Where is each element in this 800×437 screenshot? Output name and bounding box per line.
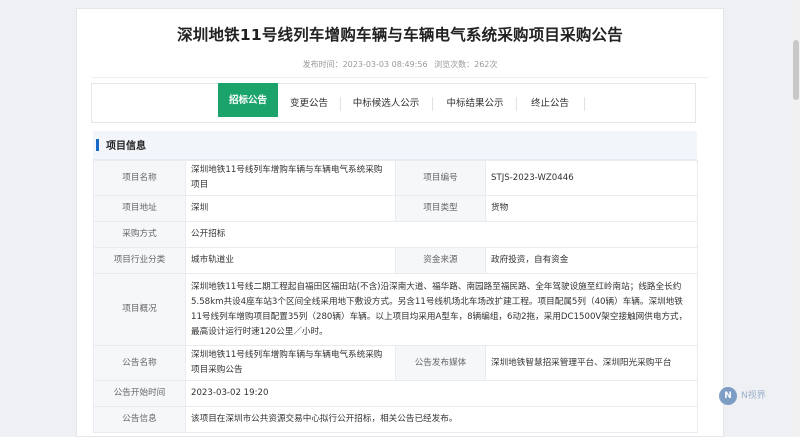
table-row: 公告信息 该项目在深圳市公共资源交易中心拟行公开招标，相关公告已经发布。 [93, 406, 698, 433]
platform-label: 公告发布媒体 [395, 345, 486, 381]
notice-tabs: 招标公告 变更公告 中标候选人公示 中标结果公示 终止公告 [91, 83, 696, 123]
view-count: 浏览次数：262次 [434, 60, 498, 69]
table-row: 项目概况 深圳地铁11号线二期工程起自福田区福田站(不含)沿深南大道、福华路、南… [93, 273, 698, 346]
tab-candidates[interactable]: 中标候选人公示 [344, 90, 428, 118]
table-row: 项目行业分类 城市轨道业 资金来源 政府投资，自有资金 [93, 247, 698, 274]
section-title: 项目信息 [106, 141, 146, 152]
section-accent-bar [96, 139, 99, 151]
overview-label: 项目概况 [93, 273, 186, 346]
start-time-value: 2023-03-02 19:20 [185, 380, 698, 407]
section-header: 项目信息 [93, 131, 697, 160]
watermark-logo-icon: N [719, 387, 737, 405]
fund-value: 政府投资，自有资金 [485, 247, 698, 274]
start-time-label: 公告开始时间 [93, 380, 186, 407]
project-info-table: 项目名称 深圳地铁11号线列车增购车辆与车辆电气系统采购项目 项目编号 STJS… [93, 160, 698, 433]
platform-value: 深圳地铁智慧招采管理平台、深圳阳光采购平台 [485, 345, 698, 381]
project-name-value: 深圳地铁11号线列车增购车辆与车辆电气系统采购项目 [185, 160, 396, 196]
table-row: 项目名称 深圳地铁11号线列车增购车辆与车辆电气系统采购项目 项目编号 STJS… [93, 160, 698, 196]
table-row: 项目地址 深圳 项目类型 货物 [93, 195, 698, 222]
location-label: 项目地址 [93, 195, 186, 222]
table-row: 公告开始时间 2023-03-02 19:20 [93, 380, 698, 407]
table-row: 公告名称 深圳地铁11号线列车增购车辆与车辆电气系统采购项目采购公告 公告发布媒… [93, 345, 698, 381]
notice-name-label: 公告名称 [93, 345, 186, 381]
project-name-label: 项目名称 [93, 160, 186, 196]
notice-page: 深圳地铁11号线列车增购车辆与车辆电气系统采购项目采购公告 发布时间：2023-… [76, 8, 724, 437]
method-value: 公开招标 [185, 221, 698, 248]
industry-value: 城市轨道业 [185, 247, 396, 274]
watermark-text: N视界 [741, 391, 766, 401]
tab-separator [432, 97, 433, 111]
tab-result[interactable]: 中标结果公示 [436, 90, 514, 118]
notice-info-value: 该项目在深圳市公共资源交易中心拟行公开招标，相关公告已经发布。 [185, 406, 698, 433]
type-value: 货物 [485, 195, 698, 222]
tab-termination[interactable]: 终止公告 [520, 90, 580, 118]
table-row: 采购方式 公开招标 [93, 221, 698, 248]
title-divider [91, 77, 709, 78]
scrollbar[interactable] [792, 0, 800, 437]
method-label: 采购方式 [93, 221, 186, 248]
type-label: 项目类型 [395, 195, 486, 222]
watermark: N N视界 [719, 387, 791, 405]
meta-line: 发布时间：2023-03-03 08:49:56 浏览次数：262次 [77, 59, 723, 70]
overview-value: 深圳地铁11号线二期工程起自福田区福田站(不含)沿深南大道、福华路、南园路至福民… [185, 273, 698, 346]
notice-name-value: 深圳地铁11号线列车增购车辆与车辆电气系统采购项目采购公告 [185, 345, 396, 381]
project-no-value: STJS-2023-WZ0446 [485, 160, 698, 196]
fund-label: 资金来源 [395, 247, 486, 274]
tab-change-notice[interactable]: 变更公告 [282, 90, 336, 118]
scrollbar-thumb[interactable] [793, 40, 799, 100]
project-no-label: 项目编号 [395, 160, 486, 196]
notice-info-label: 公告信息 [93, 406, 186, 433]
publish-time: 发布时间：2023-03-03 08:49:56 [302, 60, 428, 69]
tab-bid-notice[interactable]: 招标公告 [218, 83, 278, 117]
tab-separator [516, 97, 517, 111]
page-title: 深圳地铁11号线列车增购车辆与车辆电气系统采购项目采购公告 [177, 26, 623, 44]
location-value: 深圳 [185, 195, 396, 222]
industry-label: 项目行业分类 [93, 247, 186, 274]
tab-separator [584, 97, 585, 111]
tab-separator [340, 97, 341, 111]
